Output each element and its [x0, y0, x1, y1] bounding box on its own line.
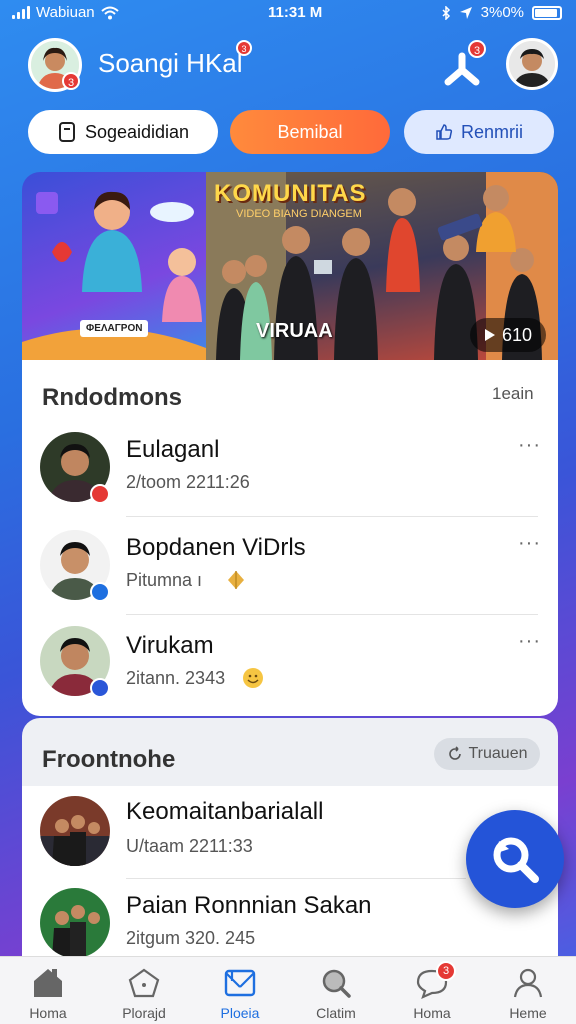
- discover-fab[interactable]: [466, 810, 564, 908]
- group-name[interactable]: Paian Ronnnian Sakan: [126, 892, 372, 920]
- banner-sticker: ΦΕΛΑΓΡΟΝ: [80, 320, 149, 337]
- home-icon: [34, 969, 62, 997]
- contact-name[interactable]: Bopdanen ViDrls: [126, 534, 306, 562]
- search-refresh-icon: [493, 837, 539, 883]
- banner-play-pill[interactable]: 610: [470, 318, 546, 352]
- bookmark-icon: [58, 122, 75, 142]
- contact-subtitle: 2/toom 2211:26: [126, 472, 250, 492]
- nav-label: Clatim: [316, 1005, 356, 1021]
- nav-label: Heme: [509, 1005, 547, 1021]
- contact-name[interactable]: Eulaganl: [126, 436, 219, 464]
- nav-item-messages[interactable]: Ploeia: [192, 957, 288, 1024]
- contact-status-badge: [90, 678, 110, 698]
- friends-title: Froontnohe: [42, 746, 176, 773]
- banner-pill-count: 610: [501, 324, 533, 345]
- banner-left-illustration: ΦΕΛΑΓΡΟΝ: [22, 172, 206, 360]
- nav-label: Ploeia: [220, 1005, 260, 1021]
- saved-chip-label: Sogeaididian: [84, 121, 190, 142]
- more-options-icon[interactable]: ···: [518, 532, 541, 555]
- carrier-label: Wabiuan: [36, 4, 95, 21]
- friends-filter-button[interactable]: Truauen: [434, 738, 540, 770]
- nav-item-explore[interactable]: Plorajd: [96, 957, 192, 1024]
- chat-badge: 3: [436, 961, 456, 981]
- search-icon: [322, 969, 351, 998]
- wifi-icon: [100, 6, 119, 19]
- refresh-icon: [448, 746, 461, 760]
- battery-percent: 3%0%: [480, 4, 524, 21]
- profile-badge: 3: [62, 72, 80, 90]
- nav-label: Homa: [29, 1005, 67, 1021]
- battery-icon: [532, 5, 562, 20]
- friends-filter-label: Truauen: [468, 745, 528, 762]
- row-divider: [126, 614, 538, 615]
- banner-title: KOMUNITAS: [214, 180, 367, 207]
- envelope-icon: [224, 969, 256, 997]
- thumbs-up-icon: [436, 124, 453, 140]
- location-icon: [459, 6, 472, 19]
- recommendations-see-all[interactable]: 1eain: [492, 384, 534, 404]
- recommend-chip[interactable]: Renmrii: [404, 110, 554, 154]
- smile-emoji-icon: [243, 668, 263, 688]
- friend-avatar[interactable]: [506, 38, 558, 90]
- notification-badge: 3: [468, 40, 486, 58]
- banner-subtitle: VIDEO BIANG DIANGEM: [236, 208, 362, 220]
- pentagon-icon: [128, 968, 160, 998]
- contact-subtitle: Pitumna ı: [126, 570, 203, 590]
- more-options-icon[interactable]: ···: [518, 434, 541, 457]
- gem-icon: [228, 571, 244, 589]
- contact-status-badge: [90, 484, 110, 504]
- contact-name[interactable]: Virukam: [126, 632, 214, 660]
- nav-label: Homa: [413, 1005, 451, 1021]
- nav-label: Plorajd: [122, 1005, 166, 1021]
- more-options-icon[interactable]: ···: [518, 630, 541, 653]
- user-name[interactable]: Soangi HKal: [98, 48, 243, 79]
- name-badge: 3: [236, 40, 252, 56]
- bluetooth-icon: [442, 5, 450, 20]
- banner-label: VIRUAA: [256, 320, 333, 342]
- row-divider: [126, 516, 538, 517]
- recommendations-title: Rndodmons: [42, 384, 182, 411]
- bottom-nav: Homa Plorajd Ploeia Clatim 3 Homa Heme: [0, 956, 576, 1024]
- group-avatar[interactable]: [40, 796, 110, 866]
- trending-chip[interactable]: Bemibal: [230, 110, 390, 154]
- play-icon: [484, 329, 495, 341]
- nav-item-home[interactable]: Homa: [0, 957, 96, 1024]
- group-name[interactable]: Keomaitanbarialall: [126, 798, 323, 826]
- saved-chip[interactable]: Sogeaididian: [28, 110, 218, 154]
- group-subtitle: 2itgum 320. 245: [126, 928, 256, 948]
- clock: 11:31 M: [268, 4, 323, 21]
- person-icon: [513, 968, 543, 998]
- signal-icon: [12, 6, 30, 19]
- contact-status-badge: [90, 582, 110, 602]
- recommend-chip-label: Renmrii: [460, 121, 523, 142]
- trending-chip-label: Bemibal: [277, 121, 343, 142]
- contact-subtitle: 2itann. 2343: [126, 668, 226, 688]
- group-subtitle: U/taam 2211:33: [126, 836, 253, 856]
- nav-item-search[interactable]: Clatim: [288, 957, 384, 1024]
- group-avatar[interactable]: [40, 888, 110, 958]
- status-bar: Wabiuan 11:31 M 3%0%: [0, 0, 576, 30]
- row-divider: [126, 878, 466, 879]
- nav-item-chat[interactable]: 3 Homa: [384, 957, 480, 1024]
- nav-item-profile[interactable]: Heme: [480, 957, 576, 1024]
